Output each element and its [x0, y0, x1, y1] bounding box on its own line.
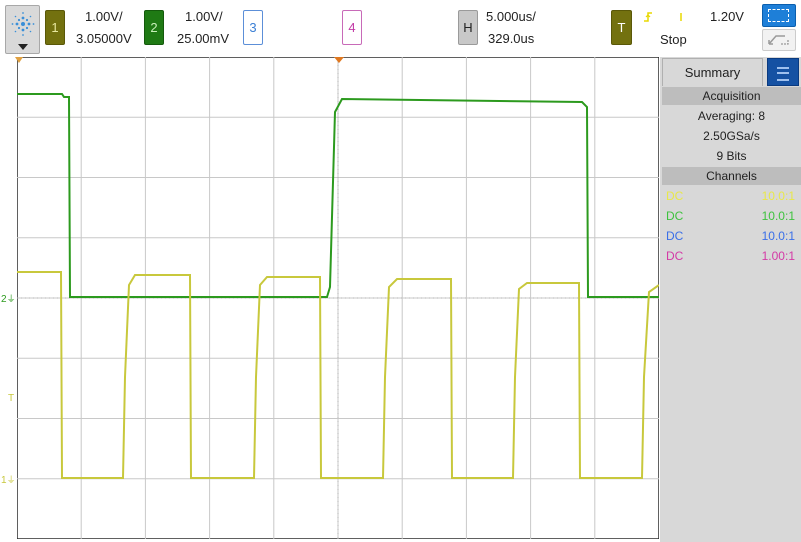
agilent-spark-icon: [11, 12, 35, 36]
undo-icon: [768, 35, 789, 45]
waveform-display[interactable]: [17, 57, 659, 539]
undo-zoom-button[interactable]: [762, 29, 796, 51]
channel-row: DC 10.0:1: [666, 226, 795, 246]
channel-1-offset: 3.05000V: [76, 31, 132, 46]
list-icon: [777, 67, 789, 81]
channel-2-number: 2: [150, 20, 158, 35]
horizontal-scale: 5.000us/: [486, 9, 536, 24]
tab-summary[interactable]: Summary: [662, 58, 763, 86]
channel-2-offset: 25.00mV: [177, 31, 230, 46]
channel-row: DC 10.0:1: [666, 206, 795, 226]
horizontal-label: H: [463, 20, 473, 35]
channel-1-button[interactable]: 1: [45, 10, 65, 45]
trigger-level-label: T: [8, 393, 15, 404]
trigger-label: T: [617, 20, 626, 35]
tab-menu[interactable]: [767, 58, 799, 86]
acquisition-mode: Averaging: 8: [697, 109, 766, 123]
channel-2-coupling: DC: [666, 209, 684, 223]
channel-3-probe: 10.0:1: [761, 229, 795, 243]
acquisition-rate: 2.50GSa/s: [703, 129, 760, 143]
channel-1-scale: 1.00V/: [85, 9, 123, 24]
channel-3-number: 3: [249, 20, 257, 35]
trigger-edge-icon: [644, 12, 682, 22]
channel-4-probe: 1.00:1: [761, 249, 795, 263]
run-state: Stop: [660, 32, 687, 47]
channel-row: DC 1.00:1: [666, 246, 795, 266]
main-menu-button[interactable]: [5, 5, 40, 54]
zoom-rect-icon: [768, 9, 789, 22]
side-panel: Summary Acquisition Averaging: 8 2.50GSa…: [660, 57, 801, 542]
acquisition-bits: 9 Bits: [716, 149, 747, 163]
channels-heading: Channels: [662, 167, 801, 185]
channel-row: DC 10.0:1: [666, 186, 795, 206]
trigger-button[interactable]: T: [611, 10, 632, 45]
channel-2-probe: 10.0:1: [761, 209, 795, 223]
time-reference-marker: [15, 57, 23, 63]
channel-1-ground-marker[interactable]: 1⏚: [1, 473, 16, 486]
channel-2-scale: 1.00V/: [185, 9, 223, 24]
trigger-position-marker: [334, 57, 344, 63]
channel-1-probe: 10.0:1: [761, 189, 795, 203]
chevron-down-icon: [18, 44, 28, 50]
channel-4-button[interactable]: 4: [342, 10, 362, 45]
channel-1-coupling: DC: [666, 189, 684, 203]
channel-3-button[interactable]: 3: [243, 10, 263, 45]
trigger-level-marker[interactable]: T: [8, 393, 14, 404]
channel-4-number: 4: [348, 20, 356, 35]
channel-2-button[interactable]: 2: [144, 10, 164, 45]
toolbar: 1 1.00V/ 3.05000V 2 1.00V/ 25.00mV 3 4 H…: [0, 0, 801, 57]
zoom-box-button[interactable]: [762, 4, 796, 27]
acquisition-heading: Acquisition: [662, 87, 801, 105]
channel-1-number: 1: [51, 20, 59, 35]
channel-2-ground-marker[interactable]: 2⏚: [1, 292, 16, 305]
channel-4-coupling: DC: [666, 249, 684, 263]
horizontal-delay: 329.0us: [488, 31, 535, 46]
trigger-level: 1.20V: [710, 9, 744, 24]
channel-3-coupling: DC: [666, 229, 684, 243]
horizontal-button[interactable]: H: [458, 10, 478, 45]
